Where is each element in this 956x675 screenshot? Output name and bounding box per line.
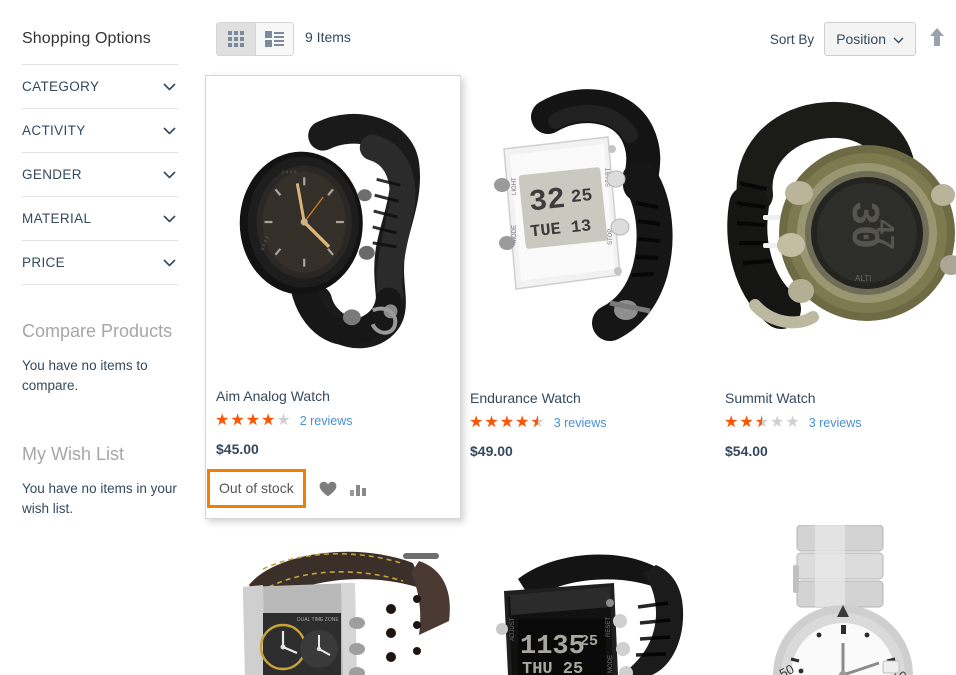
svg-text:DUAL TIME ZONE: DUAL TIME ZONE — [297, 617, 339, 623]
chevron-down-icon — [163, 126, 176, 135]
filter-label: PRICE — [22, 255, 66, 270]
chevron-down-icon — [163, 170, 176, 179]
product-name[interactable]: Endurance Watch — [470, 390, 716, 406]
product-name[interactable]: Aim Analog Watch — [216, 388, 460, 404]
list-view-mode-button[interactable] — [255, 23, 293, 55]
product-card[interactable]: 2 4 6 8 8 6 4 2 Aim Analog Watch ★★★★★ ★… — [205, 75, 461, 519]
sort-by-label: Sort By — [769, 31, 815, 47]
svg-text:47: 47 — [869, 219, 899, 250]
watch-illustration-silver-bracelet: 50 10 — [715, 525, 956, 675]
svg-text:MODE: MODE — [608, 655, 614, 673]
chevron-down-icon — [163, 214, 176, 223]
filter-item-activity[interactable]: ACTIVITY — [22, 109, 178, 153]
product-card[interactable]: 30 47 ALTI Summit Watch ★★★★★ ★★ 3 revie… — [715, 75, 956, 459]
sidebar: Shopping Options CATEGORY ACTIVITY GENDE… — [0, 0, 200, 675]
svg-text:2 4 6 8: 2 4 6 8 — [281, 169, 296, 175]
sort-by-value: Position — [836, 31, 886, 47]
items-count: 9 Items — [305, 29, 351, 45]
svg-text:THU 25: THU 25 — [522, 660, 583, 675]
add-to-wishlist-button[interactable] — [319, 481, 337, 497]
review-count-link[interactable]: 3 reviews — [554, 416, 607, 430]
product-rating: ★★★★★ ★★★★★ 3 reviews — [724, 415, 956, 431]
watch-illustration-black-analog: 2 4 6 8 8 6 4 2 — [206, 76, 460, 376]
compare-products-block: Compare Products You have no items to co… — [0, 321, 200, 519]
filter-list: CATEGORY ACTIVITY GENDER MATERIAL PRICE — [22, 64, 178, 285]
compare-bars-icon — [349, 484, 366, 496]
compare-products-heading: Compare Products — [22, 321, 173, 341]
product-name[interactable]: Summit Watch — [725, 390, 956, 406]
star-rating: ★★★★★ ★★★★★ — [469, 415, 546, 431]
svg-text:25: 25 — [570, 186, 594, 208]
view-mode-switcher — [216, 22, 294, 56]
svg-text:ALTI: ALTI — [855, 274, 871, 283]
list-icon — [265, 31, 284, 47]
star-rating: ★★★★★ ★★★★★ — [724, 415, 801, 431]
shopping-options-title: Shopping Options — [22, 30, 151, 47]
product-card[interactable]: 32 25 TUE 13 LIGHT MODE START STOP — [460, 75, 716, 459]
chevron-down-icon — [893, 31, 904, 47]
product-image[interactable]: 1135 25 THU 25 ADJUST RESET MODE — [460, 525, 716, 675]
filter-item-price[interactable]: PRICE — [22, 241, 178, 285]
svg-text:25: 25 — [580, 633, 598, 650]
review-count-link[interactable]: 3 reviews — [809, 416, 862, 430]
product-toolbar: 9 Items Sort By Position — [205, 0, 956, 70]
product-image[interactable]: 2 4 6 8 8 6 4 2 — [206, 76, 460, 378]
arrow-up-icon — [929, 27, 945, 52]
product-image[interactable]: 30 47 ALTI — [715, 75, 956, 380]
filter-label: CATEGORY — [22, 79, 100, 94]
star-rating: ★★★★★ ★★★★★ — [215, 413, 292, 429]
svg-text:LIGHT: LIGHT — [512, 177, 518, 195]
product-grid: 2 4 6 8 8 6 4 2 Aim Analog Watch ★★★★★ ★… — [205, 70, 956, 675]
wishlist-heading: My Wish List — [22, 444, 125, 464]
product-rating: ★★★★★ ★★★★★ 3 reviews — [469, 415, 716, 431]
star-rating-filled: ★★★★★ — [724, 415, 762, 431]
product-price: $49.00 — [470, 443, 513, 459]
sort-controls: Sort By Position — [770, 22, 946, 56]
product-card[interactable]: 50 10 — [715, 525, 956, 675]
compare-products-empty-text: You have no items to compare. — [22, 358, 148, 393]
wishlist-empty-text: You have no items in your wish list. — [22, 481, 177, 516]
product-card[interactable]: DUAL TIME ZONE — [205, 525, 461, 675]
heart-icon — [319, 481, 337, 496]
watch-illustration-brown-leather: DUAL TIME ZONE — [205, 525, 461, 675]
svg-text:RESET: RESET — [606, 617, 612, 637]
review-count-link[interactable]: 2 reviews — [300, 414, 353, 428]
star-rating-filled: ★★★★★ — [469, 415, 539, 431]
chevron-down-icon — [163, 258, 176, 267]
product-card[interactable]: 1135 25 THU 25 ADJUST RESET MODE — [460, 525, 716, 675]
sort-direction-button[interactable] — [928, 27, 946, 52]
grid-view-mode-button[interactable] — [217, 23, 255, 55]
filter-item-material[interactable]: MATERIAL — [22, 197, 178, 241]
out-of-stock-label: Out of stock — [207, 469, 306, 508]
add-to-compare-button[interactable] — [349, 482, 366, 496]
filter-label: ACTIVITY — [22, 123, 86, 138]
watch-illustration-white-digital: 32 25 TUE 13 LIGHT MODE START STOP — [460, 75, 716, 380]
product-listing-page: Shopping Options CATEGORY ACTIVITY GENDE… — [0, 0, 956, 675]
svg-text:ADJUST: ADJUST — [510, 617, 516, 641]
watch-illustration-black-digital: 1135 25 THU 25 ADJUST RESET MODE — [460, 525, 716, 675]
filter-label: MATERIAL — [22, 211, 92, 226]
product-actions: Out of stock — [206, 469, 460, 508]
sort-by-select[interactable]: Position — [824, 22, 916, 56]
svg-text:1135: 1135 — [520, 632, 585, 662]
filter-label: GENDER — [22, 167, 82, 182]
product-price: $45.00 — [216, 441, 259, 457]
product-rating: ★★★★★ ★★★★★ 2 reviews — [215, 413, 460, 429]
star-rating-filled: ★★★★★ — [215, 413, 277, 429]
product-image[interactable]: DUAL TIME ZONE — [205, 525, 461, 675]
chevron-down-icon — [163, 82, 176, 91]
filter-item-category[interactable]: CATEGORY — [22, 65, 178, 109]
grid-icon — [228, 31, 244, 47]
watch-illustration-olive-sport: 30 47 ALTI — [715, 75, 956, 380]
svg-text:32: 32 — [528, 183, 567, 221]
product-image[interactable]: 50 10 — [715, 525, 956, 675]
filter-item-gender[interactable]: GENDER — [22, 153, 178, 197]
product-price: $54.00 — [725, 443, 768, 459]
product-image[interactable]: 32 25 TUE 13 LIGHT MODE START STOP — [460, 75, 716, 380]
